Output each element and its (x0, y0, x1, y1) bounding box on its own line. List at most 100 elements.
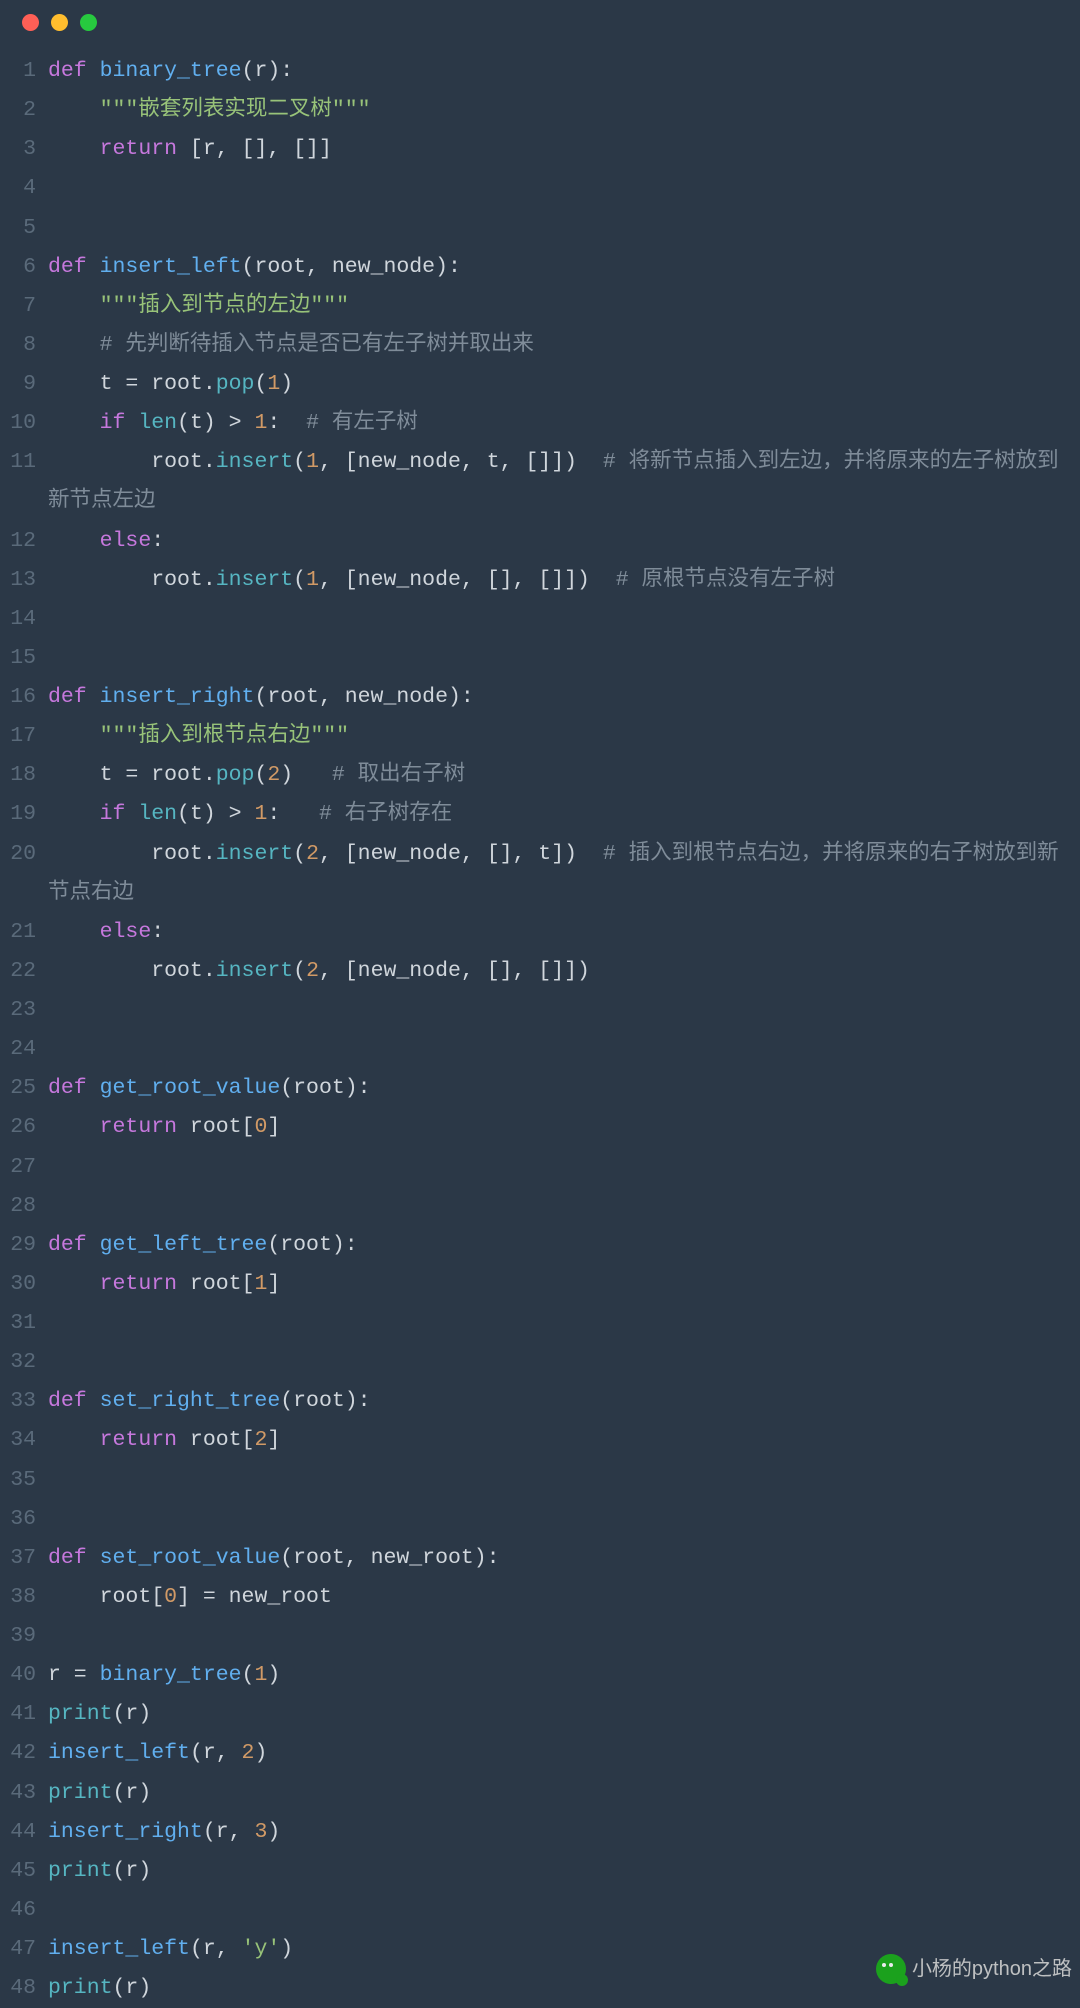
code-content[interactable]: """插入到根节点右边""" (44, 717, 1080, 756)
code-content[interactable]: """插入到节点的左边""" (44, 287, 1080, 326)
code-line[interactable]: 16def insert_right(root, new_node): (0, 678, 1080, 717)
code-content[interactable]: if len(t) > 1: # 右子树存在 (44, 795, 1080, 834)
code-content[interactable]: t = root.pop(2) # 取出右子树 (44, 756, 1080, 795)
code-line[interactable]: 12 else: (0, 522, 1080, 561)
code-content[interactable]: def set_right_tree(root): (44, 1382, 1080, 1421)
code-line[interactable]: 4 (0, 169, 1080, 208)
code-line[interactable]: 32 (0, 1343, 1080, 1382)
code-line[interactable]: 33def set_right_tree(root): (0, 1382, 1080, 1421)
code-line[interactable]: 1def binary_tree(r): (0, 52, 1080, 91)
code-line[interactable]: 2 """嵌套列表实现二叉树""" (0, 91, 1080, 130)
line-number: 47 (0, 1930, 44, 1969)
watermark: 小杨的python之路 (876, 1951, 1072, 1987)
code-line[interactable]: 6def insert_left(root, new_node): (0, 248, 1080, 287)
line-number: 35 (0, 1461, 44, 1500)
line-number: 38 (0, 1578, 44, 1617)
code-line[interactable]: 46 (0, 1891, 1080, 1930)
code-line[interactable]: 10 if len(t) > 1: # 有左子树 (0, 404, 1080, 443)
code-line[interactable]: 23 (0, 991, 1080, 1030)
code-content[interactable]: """嵌套列表实现二叉树""" (44, 91, 1080, 130)
code-line[interactable]: 15 (0, 639, 1080, 678)
code-content[interactable]: insert_right(r, 3) (44, 1813, 1080, 1852)
code-content[interactable]: root.insert(2, [new_node, [], t]) # 插入到根… (44, 835, 1080, 913)
code-content[interactable]: root.insert(1, [new_node, t, []]) # 将新节点… (44, 443, 1080, 521)
code-content[interactable]: insert_left(r, 2) (44, 1734, 1080, 1773)
minimize-icon[interactable] (51, 14, 68, 31)
code-content[interactable]: return root[1] (44, 1265, 1080, 1304)
code-content[interactable]: def insert_left(root, new_node): (44, 248, 1080, 287)
code-line[interactable]: 28 (0, 1187, 1080, 1226)
line-number: 26 (0, 1108, 44, 1147)
code-line[interactable]: 38 root[0] = new_root (0, 1578, 1080, 1617)
code-line[interactable]: 44insert_right(r, 3) (0, 1813, 1080, 1852)
code-line[interactable]: 11 root.insert(1, [new_node, t, []]) # 将… (0, 443, 1080, 521)
code-content[interactable]: return root[2] (44, 1421, 1080, 1460)
code-content[interactable]: return root[0] (44, 1108, 1080, 1147)
line-number: 44 (0, 1813, 44, 1852)
code-line[interactable]: 20 root.insert(2, [new_node, [], t]) # 插… (0, 835, 1080, 913)
line-number: 43 (0, 1774, 44, 1813)
code-content[interactable]: def insert_right(root, new_node): (44, 678, 1080, 717)
code-content[interactable]: t = root.pop(1) (44, 365, 1080, 404)
code-content[interactable]: def set_root_value(root, new_root): (44, 1539, 1080, 1578)
line-number: 1 (0, 52, 44, 91)
code-line[interactable]: 36 (0, 1500, 1080, 1539)
code-line[interactable]: 21 else: (0, 913, 1080, 952)
code-line[interactable]: 34 return root[2] (0, 1421, 1080, 1460)
code-editor[interactable]: 1def binary_tree(r):2 """嵌套列表实现二叉树"""3 r… (0, 44, 1080, 2008)
code-line[interactable]: 19 if len(t) > 1: # 右子树存在 (0, 795, 1080, 834)
code-line[interactable]: 22 root.insert(2, [new_node, [], []]) (0, 952, 1080, 991)
line-number: 48 (0, 1969, 44, 2008)
code-content[interactable]: r = binary_tree(1) (44, 1656, 1080, 1695)
code-line[interactable]: 13 root.insert(1, [new_node, [], []]) # … (0, 561, 1080, 600)
close-icon[interactable] (22, 14, 39, 31)
code-content[interactable]: else: (44, 913, 1080, 952)
code-line[interactable]: 5 (0, 209, 1080, 248)
code-line[interactable]: 7 """插入到节点的左边""" (0, 287, 1080, 326)
code-line[interactable]: 35 (0, 1461, 1080, 1500)
line-number: 17 (0, 717, 44, 756)
line-number: 28 (0, 1187, 44, 1226)
line-number: 36 (0, 1500, 44, 1539)
code-line[interactable]: 45print(r) (0, 1852, 1080, 1891)
watermark-text: 小杨的python之路 (912, 1951, 1072, 1987)
code-line[interactable]: 40r = binary_tree(1) (0, 1656, 1080, 1695)
code-content[interactable]: print(r) (44, 1774, 1080, 1813)
code-content[interactable]: root[0] = new_root (44, 1578, 1080, 1617)
code-line[interactable]: 27 (0, 1148, 1080, 1187)
code-content[interactable]: root.insert(2, [new_node, [], []]) (44, 952, 1080, 991)
code-line[interactable]: 25def get_root_value(root): (0, 1069, 1080, 1108)
code-line[interactable]: 14 (0, 600, 1080, 639)
code-content[interactable]: # 先判断待插入节点是否已有左子树并取出来 (44, 326, 1080, 365)
code-content[interactable]: def get_left_tree(root): (44, 1226, 1080, 1265)
code-content[interactable]: print(r) (44, 1852, 1080, 1891)
code-line[interactable]: 24 (0, 1030, 1080, 1069)
code-line[interactable]: 37def set_root_value(root, new_root): (0, 1539, 1080, 1578)
code-line[interactable]: 18 t = root.pop(2) # 取出右子树 (0, 756, 1080, 795)
code-line[interactable]: 29def get_left_tree(root): (0, 1226, 1080, 1265)
code-line[interactable]: 17 """插入到根节点右边""" (0, 717, 1080, 756)
line-number: 29 (0, 1226, 44, 1265)
code-content[interactable]: else: (44, 522, 1080, 561)
code-content[interactable]: root.insert(1, [new_node, [], []]) # 原根节… (44, 561, 1080, 600)
line-number: 18 (0, 756, 44, 795)
code-content[interactable]: return [r, [], []] (44, 130, 1080, 169)
code-line[interactable]: 8 # 先判断待插入节点是否已有左子树并取出来 (0, 326, 1080, 365)
code-content[interactable]: def binary_tree(r): (44, 52, 1080, 91)
code-line[interactable]: 43print(r) (0, 1774, 1080, 1813)
code-line[interactable]: 42insert_left(r, 2) (0, 1734, 1080, 1773)
line-number: 21 (0, 913, 44, 952)
code-line[interactable]: 41print(r) (0, 1695, 1080, 1734)
code-line[interactable]: 26 return root[0] (0, 1108, 1080, 1147)
zoom-icon[interactable] (80, 14, 97, 31)
code-line[interactable]: 3 return [r, [], []] (0, 130, 1080, 169)
code-line[interactable]: 9 t = root.pop(1) (0, 365, 1080, 404)
code-line[interactable]: 31 (0, 1304, 1080, 1343)
code-content[interactable]: if len(t) > 1: # 有左子树 (44, 404, 1080, 443)
line-number: 30 (0, 1265, 44, 1304)
line-number: 27 (0, 1148, 44, 1187)
code-content[interactable]: print(r) (44, 1695, 1080, 1734)
code-line[interactable]: 30 return root[1] (0, 1265, 1080, 1304)
code-content[interactable]: def get_root_value(root): (44, 1069, 1080, 1108)
code-line[interactable]: 39 (0, 1617, 1080, 1656)
